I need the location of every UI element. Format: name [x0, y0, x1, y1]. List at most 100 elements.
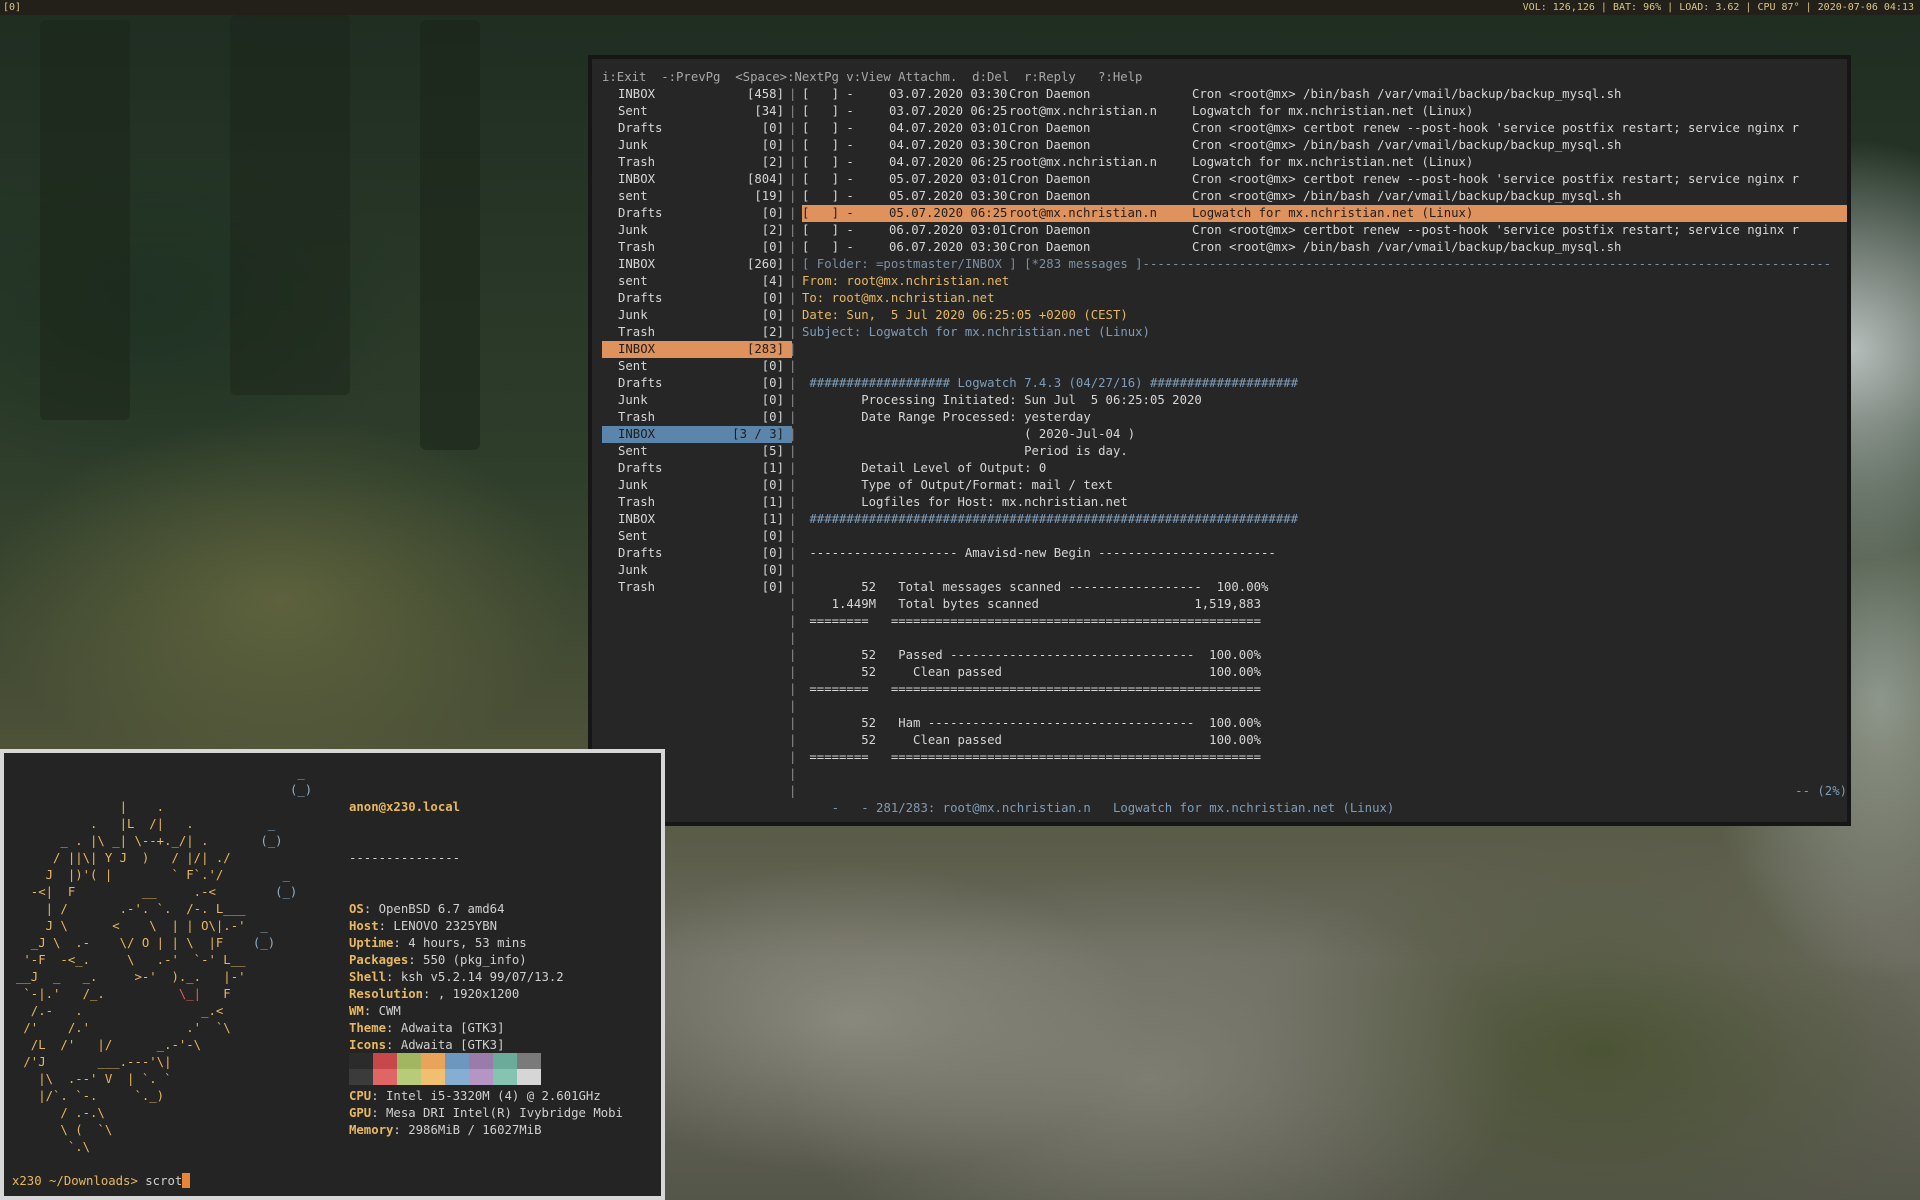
message-date: 05.07.2020 06:25 [889, 206, 1008, 220]
message-subject: Logwatch for mx.nchristian.net (Linux) [1192, 104, 1474, 118]
sidebar-mailbox[interactable]: Junk [2] [602, 222, 792, 239]
message-row[interactable]: [ ] - 03.07.2020 06:25 root@mx.nchristian.… [802, 103, 1847, 120]
message-from: Cron Daemon [1009, 87, 1091, 101]
sidebar-mailbox[interactable]: Junk [0] [602, 137, 792, 154]
message-flag: [ ] - [802, 189, 854, 203]
sidebar-mailbox[interactable]: Sent [0] [602, 358, 792, 375]
mailbox-count: [5] [761, 444, 784, 458]
info-value: : Mesa DRI Intel(R) Ivybridge Mobi [371, 1106, 623, 1120]
sidebar-mailbox[interactable]: Trash [0] [602, 409, 792, 426]
mailbox-count: [34] [754, 104, 784, 118]
sidebar-mailbox[interactable]: Drafts [0] [602, 205, 792, 222]
sidebar-mailbox[interactable]: INBOX [3 / 3] [602, 426, 792, 443]
sidebar-mailbox[interactable]: Drafts [0] [602, 545, 792, 562]
info-key: Theme [349, 1021, 387, 1035]
message-index[interactable]: [ ] -03.07.2020 03:30 Cron Daemon Cron <ro… [802, 86, 1847, 256]
info-key: Host [349, 919, 379, 933]
mailbox-count: [0] [761, 410, 784, 424]
palette-swatch [373, 1069, 397, 1085]
sidebar-mailbox[interactable]: sent [19] [602, 188, 792, 205]
sidebar-mailbox[interactable]: Junk [0] [602, 477, 792, 494]
message-row[interactable]: [ ] - 04.07.2020 03:01 Cron Daemon Cron <ro… [802, 120, 1847, 137]
terminal-window[interactable]: _ (_) | . . |L /| . _ _ . |\ _| \--+._/|… [0, 749, 665, 1200]
sidebar-mailbox[interactable]: Sent [5] [602, 443, 792, 460]
sidebar-mailbox[interactable]: Trash [1] [602, 494, 792, 511]
pager-status-line: - - 281/283: root@mx.nchristian.n Logwat… [802, 783, 1847, 851]
mailbox-name: Trash [618, 240, 656, 254]
mailbox-name: Drafts [618, 121, 663, 135]
mailbox-count: [1] [761, 495, 784, 509]
mailbox-count: [1] [761, 461, 784, 475]
message-row[interactable]: [ ] - 05.07.2020 03:01 Cron Daemon Cron <ro… [802, 171, 1847, 188]
info-key: Uptime [349, 936, 394, 950]
sidebar-mailbox[interactable]: INBOX [458] [602, 86, 792, 103]
shell-prompt[interactable]: x230 ~/Downloads> scrot [12, 1173, 191, 1190]
sidebar-mailbox[interactable]: Sent [0] [602, 528, 792, 545]
message-from: Cron Daemon [1009, 121, 1091, 135]
message-row[interactable]: [ ] - 03.07.2020 03:30 Cron Daemon Cron <ro… [802, 86, 1847, 103]
message-date: 04.07.2020 03:30 [889, 138, 1008, 152]
prompt-command[interactable]: scrot [145, 1174, 182, 1188]
info-line: OS: OpenBSD 6.7 amd64 [349, 901, 623, 918]
message-date: 03.07.2020 03:30 [889, 87, 1008, 101]
sidebar-mailbox[interactable]: INBOX [260] [602, 256, 792, 273]
mailbox-count: [458] [746, 87, 784, 101]
message-from: Cron Daemon [1009, 240, 1091, 254]
mailbox-name: INBOX [618, 512, 656, 526]
sidebar-mailbox[interactable]: INBOX [283] [602, 341, 792, 358]
sidebar-mailbox[interactable]: Trash [0] [602, 579, 792, 596]
sidebar-mailbox[interactable]: INBOX [804] [602, 171, 792, 188]
sidebar-mailbox[interactable]: Drafts [0] [602, 290, 792, 307]
body-line: ################### Logwatch 7.4.3 (04/2… [802, 376, 1299, 390]
message-body: ################### Logwatch 7.4.3 (04/2… [802, 341, 1847, 783]
body-line: 1.449M Total bytes scanned 1,519,883 [802, 597, 1262, 611]
mailbox-name: Sent [618, 529, 648, 543]
message-flag: [ ] - [802, 223, 854, 237]
info-line: Shell: ksh v5.2.14 99/07/13.2 [349, 969, 623, 986]
help-line: i:Exit -:PrevPg <Space>:NextPg v:View At… [602, 70, 1143, 84]
workspace-tag[interactable]: [0] [3, 0, 21, 15]
info-value: : CWM [363, 1004, 401, 1018]
sidebar-mailbox[interactable]: Drafts [0] [602, 120, 792, 137]
info-line: Theme: Adwaita [GTK3] [349, 1020, 623, 1037]
mailbox-count: [0] [761, 529, 784, 543]
message-row[interactable]: [ ] - 04.07.2020 03:30 Cron Daemon Cron <ro… [802, 137, 1847, 154]
message-row[interactable]: [ ] - 05.07.2020 03:30 Cron Daemon Cron <ro… [802, 188, 1847, 205]
message-row[interactable]: [ ] - 06.07.2020 03:30 Cron Daemon Cron <ro… [802, 239, 1847, 256]
sidebar-mailbox[interactable]: Junk [0] [602, 392, 792, 409]
mailbox-name: Drafts [618, 291, 663, 305]
mailbox-count: [2] [761, 325, 784, 339]
sidebar-mailbox[interactable]: INBOX [1] [602, 511, 792, 528]
message-row[interactable]: [ ] - 05.07.2020 06:25 root@mx.nchristian.… [802, 205, 1847, 222]
info-value: : Intel i5-3320M (4) @ 2.601GHz [371, 1089, 601, 1103]
mailbox-count: [1] [761, 512, 784, 526]
info-separator: --------------- [349, 851, 461, 865]
sidebar-mailbox[interactable]: Junk [0] [602, 562, 792, 579]
sidebar-mailbox[interactable]: Trash [0] [602, 239, 792, 256]
pager-percent: -- (2%) [1795, 784, 1847, 798]
index-status-line: [ Folder: =postmaster/INBOX ] [*283 mess… [802, 257, 1832, 271]
message-pager[interactable]: From: root@mx.nchristian.net To: root@mx… [802, 273, 1847, 783]
palette-swatch [349, 1069, 373, 1085]
sidebar-mailbox[interactable]: Sent [34] [602, 103, 792, 120]
mutt-window[interactable]: i:Exit -:PrevPg <Space>:NextPg v:View At… [588, 55, 1851, 826]
sidebar-mailbox[interactable]: Trash [2] [602, 324, 792, 341]
sidebar-mailbox[interactable]: Junk [0] [602, 307, 792, 324]
body-line [802, 766, 1847, 783]
message-from: Cron Daemon [1009, 172, 1091, 186]
mailbox-sidebar[interactable]: INBOX [458] Sent [34] Drafts [0] Junk [0] Trash [… [602, 86, 792, 596]
info-key: OS [349, 902, 364, 916]
sidebar-mailbox[interactable]: Drafts [0] [602, 375, 792, 392]
info-value: : LENOVO 2325YBN [378, 919, 498, 933]
message-flag: [ ] - [802, 172, 854, 186]
sidebar-mailbox[interactable]: Drafts [1] [602, 460, 792, 477]
message-row[interactable]: [ ] - 06.07.2020 03:01 Cron Daemon Cron <ro… [802, 222, 1847, 239]
mailbox-count: [260] [746, 257, 784, 271]
sidebar-mailbox[interactable]: Trash [2] [602, 154, 792, 171]
message-row[interactable]: [ ] - 04.07.2020 06:25 root@mx.nchristian.… [802, 154, 1847, 171]
sidebar-mailbox[interactable]: sent [4] [602, 273, 792, 290]
palette-swatch [445, 1069, 469, 1085]
user-host: anon@x230.local [349, 800, 461, 814]
mailbox-name: INBOX [618, 257, 656, 271]
message-flag: [ ] - [802, 104, 854, 118]
